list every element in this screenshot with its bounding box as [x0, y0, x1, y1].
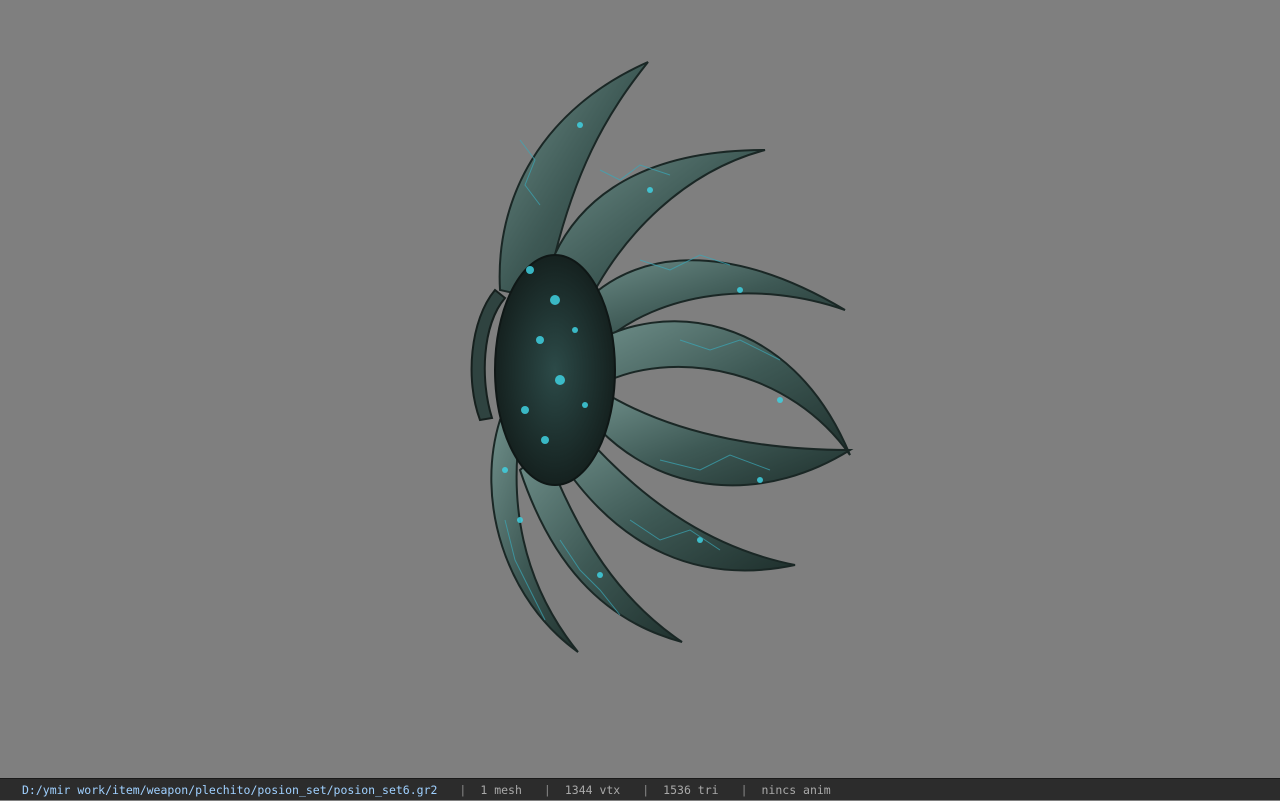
- status-mesh-count: 1 mesh: [480, 783, 522, 797]
- status-separator: |: [740, 783, 748, 797]
- status-separator: |: [459, 783, 467, 797]
- status-bar: D:/ymir work/item/weapon/plechito/posion…: [0, 778, 1280, 800]
- 3d-viewport[interactable]: [0, 0, 1280, 778]
- status-triangle-count: 1536 tri: [663, 783, 719, 797]
- status-animation: nincs anim: [761, 783, 831, 797]
- status-separator: |: [642, 783, 650, 797]
- status-file-path: D:/ymir work/item/weapon/plechito/posion…: [22, 783, 438, 797]
- status-separator: |: [543, 783, 551, 797]
- status-vertex-count: 1344 vtx: [564, 783, 621, 797]
- weapon-core: [494, 254, 616, 486]
- weapon-model[interactable]: [0, 0, 1280, 778]
